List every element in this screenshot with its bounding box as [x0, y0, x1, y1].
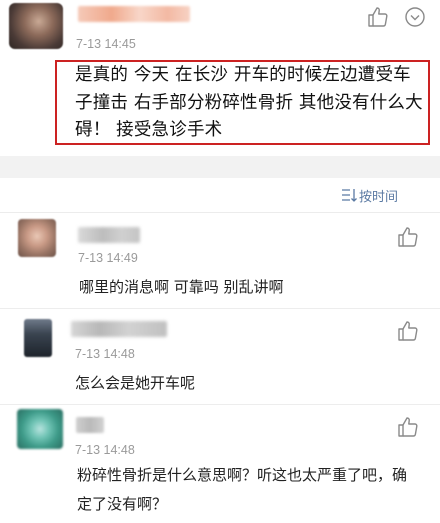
author-name[interactable] — [78, 6, 190, 22]
comment-time: 7-13 14:48 — [75, 347, 135, 361]
sort-button[interactable]: 按时间 — [340, 186, 399, 205]
section-divider — [0, 156, 440, 178]
comment-text: 粉碎性骨折是什么意思啊？听这也太严重了吧，确定了没有啊？ — [77, 466, 408, 513]
avatar[interactable] — [24, 319, 52, 357]
thumbs-up-icon[interactable] — [396, 415, 420, 439]
thumbs-up-icon[interactable] — [396, 225, 420, 249]
comment-item: 7-13 14:48 怎么会是她开车呢 — [0, 309, 440, 405]
author-name[interactable] — [78, 227, 140, 243]
thumbs-up-icon[interactable] — [396, 319, 420, 343]
comment-time: 7-13 14:49 — [78, 251, 138, 265]
comment-time: 7-13 14:48 — [75, 443, 135, 457]
comment-item: 7-13 14:49 哪里的消息啊 可靠吗 别乱讲啊 — [0, 213, 440, 309]
sort-label: 按时间 — [359, 189, 399, 205]
comment-item: 7-13 14:48 粉碎性骨折是什么意思啊？听这也太严重了吧，确定了没有啊？ — [0, 405, 440, 523]
avatar[interactable] — [17, 409, 63, 449]
sort-bar: 按时间 — [0, 178, 440, 213]
author-name[interactable] — [76, 417, 104, 433]
author-name[interactable] — [71, 321, 167, 337]
thumbs-up-icon[interactable] — [366, 5, 390, 29]
chevron-down-icon[interactable] — [403, 5, 427, 29]
avatar[interactable] — [9, 3, 63, 49]
post-time: 7-13 14:45 — [76, 37, 136, 51]
comment-text: 哪里的消息啊 可靠吗 别乱讲啊 — [79, 278, 284, 296]
post-card: 7-13 14:45 是真的 今天 在长沙 开车的时候左边遭受车子撞击 右手部分… — [0, 0, 440, 156]
sort-icon — [340, 187, 358, 203]
post-text: 是真的 今天 在长沙 开车的时候左边遭受车子撞击 右手部分粉碎性骨折 其他没有什… — [75, 65, 423, 140]
avatar[interactable] — [18, 219, 56, 257]
comment-text: 怎么会是她开车呢 — [75, 374, 196, 392]
